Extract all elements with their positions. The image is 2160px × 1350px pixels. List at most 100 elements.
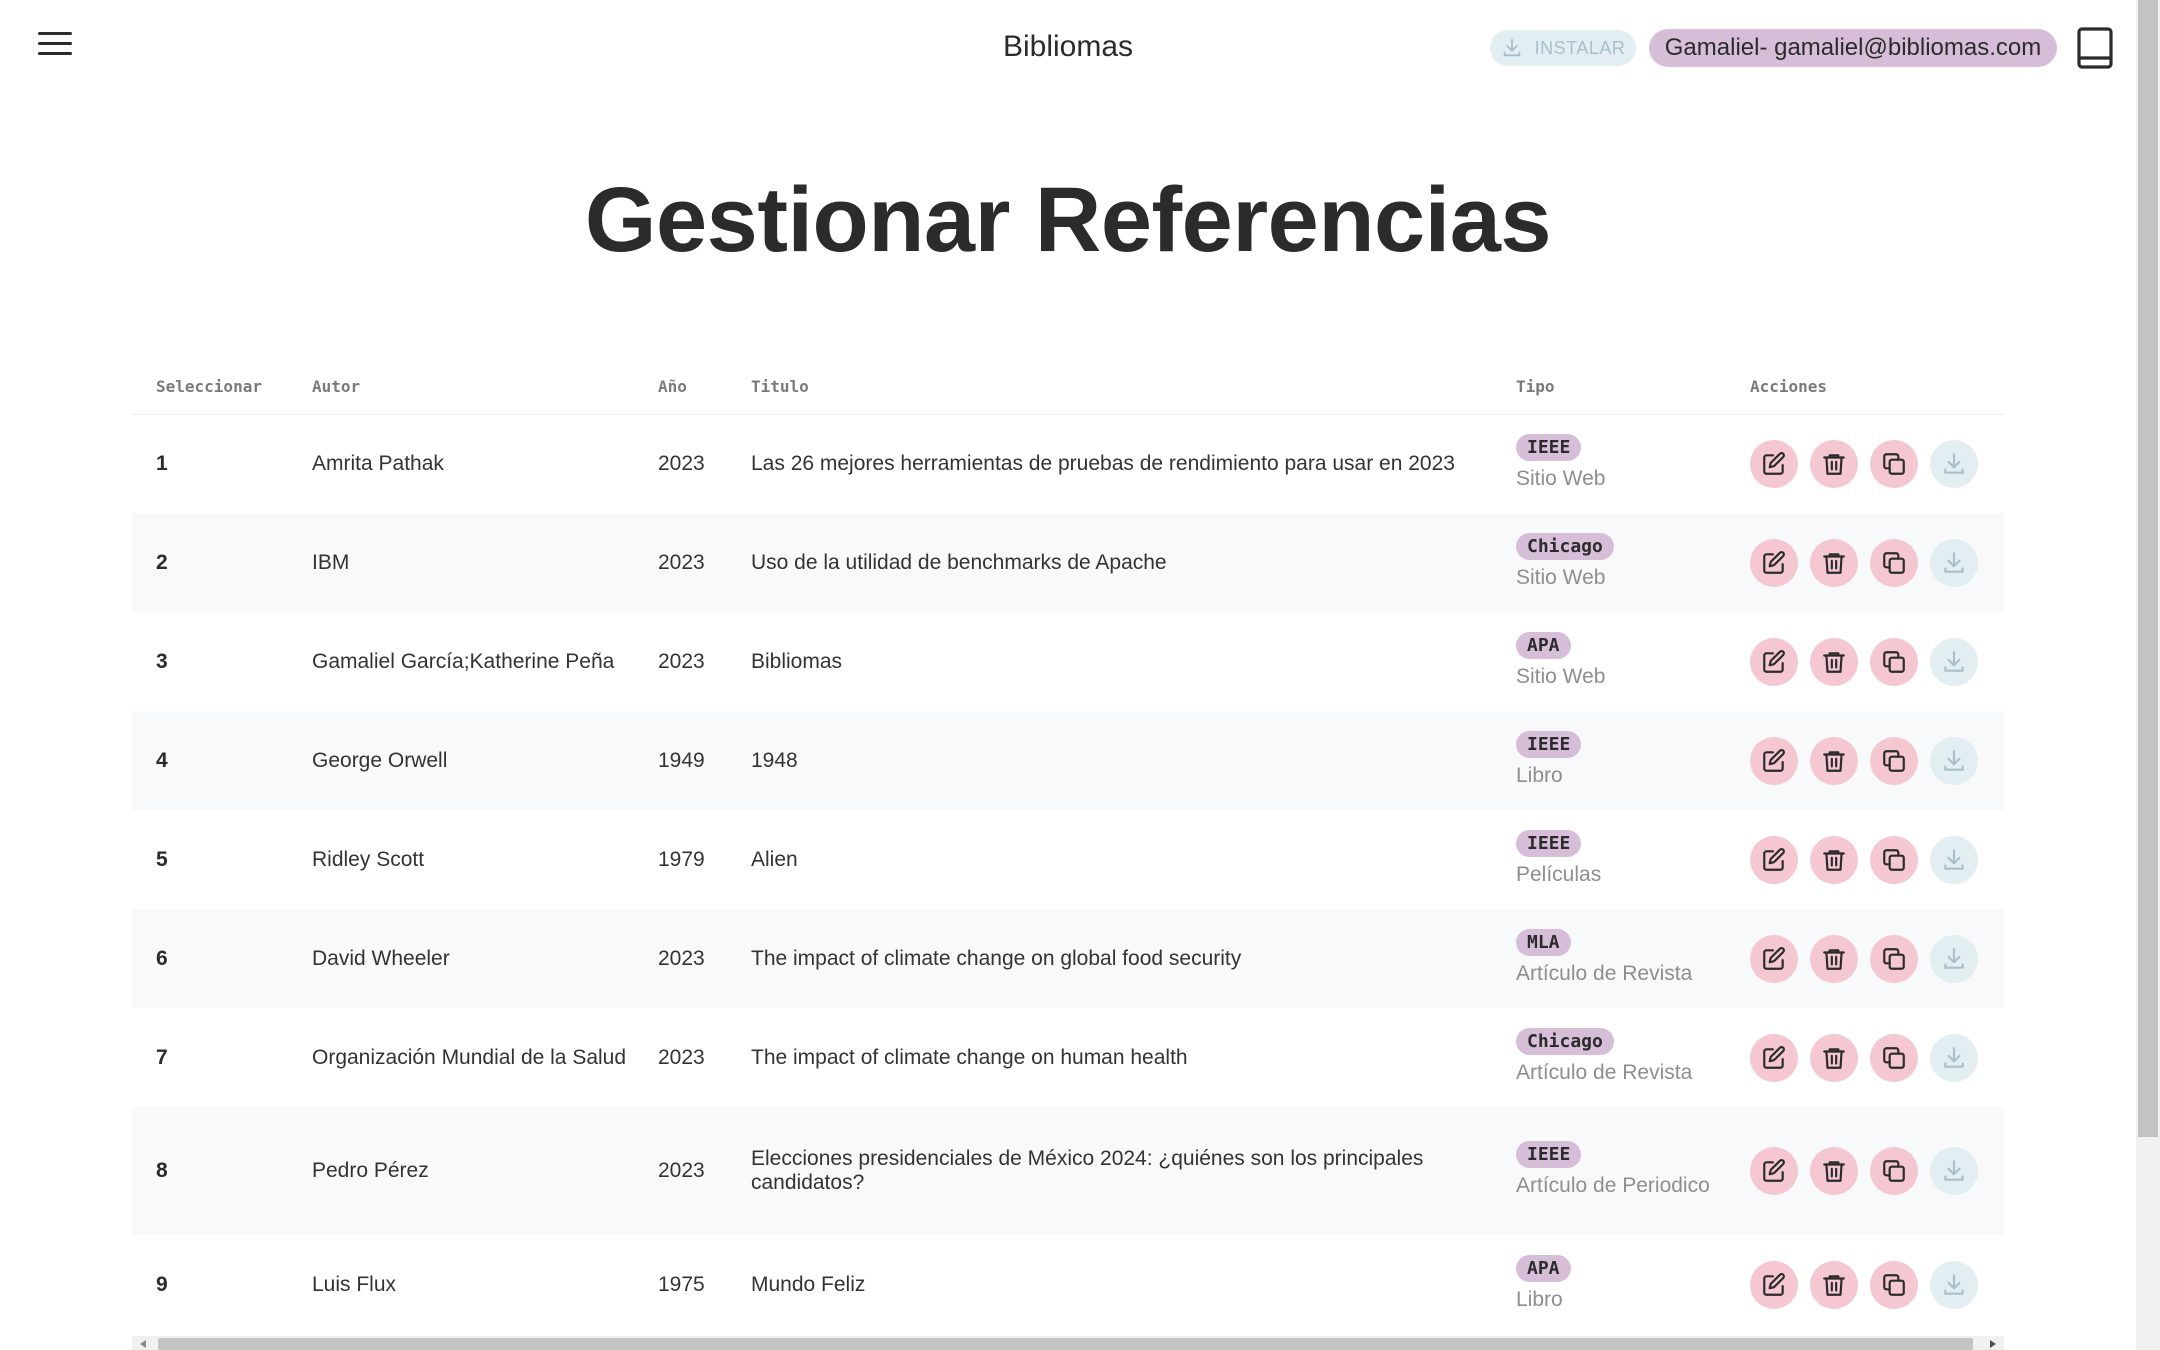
year-cell: 2023: [658, 1045, 705, 1069]
delete-button[interactable]: [1810, 1260, 1858, 1309]
row-number[interactable]: 7: [132, 1008, 288, 1107]
edit-pencil-icon: [1763, 946, 1785, 970]
download-button[interactable]: [1930, 439, 1978, 488]
duplicate-button[interactable]: [1870, 934, 1918, 983]
title-cell: Bibliomas: [751, 649, 843, 673]
actions-cell: [1726, 1107, 2004, 1235]
row-number[interactable]: 2: [132, 513, 288, 612]
install-button[interactable]: INSTALAR: [1490, 30, 1636, 66]
delete-button[interactable]: [1810, 538, 1858, 587]
duplicate-button[interactable]: [1870, 1260, 1918, 1309]
edit-button[interactable]: [1750, 1033, 1798, 1082]
type-cell: IEEE Libro: [1492, 711, 1726, 810]
row-number[interactable]: 1: [132, 414, 288, 513]
year-cell: 1975: [658, 1272, 705, 1296]
table-row[interactable]: 9 Luis Flux 1975 Mundo Feliz APA Libro: [132, 1235, 2004, 1334]
vertical-scrollbar-thumb[interactable]: [2138, 0, 2158, 1137]
row-number[interactable]: 4: [132, 711, 288, 810]
citation-style-badge: IEEE: [1516, 1141, 1582, 1168]
reference-kind: Sitio Web: [1516, 664, 1606, 688]
download-button[interactable]: [1930, 1147, 1978, 1195]
citation-style-badge: MLA: [1516, 928, 1571, 956]
duplicate-button[interactable]: [1870, 538, 1918, 587]
download-button[interactable]: [1930, 934, 1978, 983]
edit-button[interactable]: [1750, 934, 1798, 983]
table-row[interactable]: 2 IBM 2023 Uso de la utilidad de benchma…: [132, 513, 2004, 612]
edit-button[interactable]: [1750, 835, 1798, 884]
download-button[interactable]: [1930, 538, 1978, 587]
type-cell: APA Sitio Web: [1492, 612, 1726, 711]
type-cell: MLA Artículo de Revista: [1492, 909, 1726, 1008]
year-cell: 2023: [658, 451, 705, 475]
delete-button[interactable]: [1810, 736, 1858, 785]
row-number[interactable]: 6: [132, 909, 288, 1008]
delete-button[interactable]: [1810, 1033, 1858, 1082]
row-number[interactable]: 3: [132, 612, 288, 711]
scroll-left-arrow-icon[interactable]: [140, 1340, 146, 1348]
author-cell: Gamaliel García;Katherine Peña: [312, 649, 615, 673]
download-icon: [1944, 1273, 1964, 1295]
row-number[interactable]: 8: [132, 1107, 288, 1235]
duplicate-button[interactable]: [1870, 736, 1918, 785]
column-header-select: Seleccionar: [132, 360, 288, 415]
row-number[interactable]: 5: [132, 810, 288, 909]
actions-cell: [1726, 414, 2004, 513]
delete-button[interactable]: [1810, 835, 1858, 884]
hamburger-menu-icon[interactable]: [38, 32, 72, 62]
type-cell: Chicago Sitio Web: [1492, 513, 1726, 612]
row-number[interactable]: 9: [132, 1235, 288, 1334]
author-cell: Luis Flux: [312, 1272, 397, 1296]
duplicate-button[interactable]: [1870, 835, 1918, 884]
copy-icon: [1883, 1273, 1905, 1296]
duplicate-button[interactable]: [1870, 637, 1918, 686]
table-row[interactable]: 1 Amrita Pathak 2023 Las 26 mejores herr…: [132, 414, 2004, 513]
table-row[interactable]: 3 Gamaliel García;Katherine Peña 2023 Bi…: [132, 612, 2004, 711]
actions-cell: [1726, 612, 2004, 711]
references-table: Seleccionar Autor Año Titulo Tipo Accion…: [132, 360, 2004, 1334]
horizontal-scrollbar-thumb[interactable]: [158, 1338, 1973, 1350]
scroll-right-arrow-icon[interactable]: [1990, 1340, 1996, 1348]
edit-button[interactable]: [1750, 1260, 1798, 1309]
download-icon: [1944, 749, 1964, 771]
table-row[interactable]: 6 David Wheeler 2023 The impact of clima…: [132, 909, 2004, 1008]
delete-button[interactable]: [1810, 934, 1858, 983]
download-button[interactable]: [1930, 637, 1978, 686]
download-button[interactable]: [1930, 1260, 1978, 1309]
edit-button[interactable]: [1750, 1147, 1798, 1195]
duplicate-button[interactable]: [1870, 439, 1918, 488]
trash-icon: [1823, 1161, 1845, 1182]
trash-icon: [1823, 1274, 1845, 1296]
table-row[interactable]: 5 Ridley Scott 1979 Alien IEEE Películas: [132, 810, 2004, 909]
edit-button[interactable]: [1750, 637, 1798, 686]
trash-icon: [1823, 651, 1845, 673]
delete-button[interactable]: [1810, 1147, 1858, 1195]
duplicate-button[interactable]: [1870, 1033, 1918, 1082]
download-button[interactable]: [1930, 1033, 1978, 1082]
download-button[interactable]: [1930, 835, 1978, 884]
title-cell: Uso de la utilidad de benchmarks de Apac…: [751, 550, 1167, 574]
column-header-type: Tipo: [1492, 360, 1726, 415]
citation-style-badge: IEEE: [1516, 433, 1582, 461]
delete-button[interactable]: [1810, 439, 1858, 488]
vertical-scrollbar[interactable]: [2136, 0, 2160, 1350]
delete-button[interactable]: [1810, 637, 1858, 686]
book-icon[interactable]: [2076, 26, 2114, 70]
edit-button[interactable]: [1750, 538, 1798, 587]
table-row[interactable]: 4 George Orwell 1949 1948 IEEE Libro: [132, 711, 2004, 810]
year-cell: 1949: [658, 748, 705, 772]
year-cell: 2023: [658, 1159, 705, 1182]
citation-style-badge: IEEE: [1516, 730, 1582, 758]
citation-style-badge: IEEE: [1516, 829, 1582, 857]
copy-icon: [1883, 1160, 1905, 1182]
download-button[interactable]: [1930, 736, 1978, 785]
horizontal-scrollbar[interactable]: [132, 1336, 2004, 1350]
user-account-chip[interactable]: Gamaliel- gamaliel@bibliomas.com: [1649, 29, 2057, 67]
table-row[interactable]: 8 Pedro Pérez 2023 Elecciones presidenci…: [132, 1107, 2004, 1235]
edit-button[interactable]: [1750, 736, 1798, 785]
duplicate-button[interactable]: [1870, 1147, 1918, 1195]
table-row[interactable]: 7 Organización Mundial de la Salud 2023 …: [132, 1008, 2004, 1107]
title-cell: Mundo Feliz: [751, 1272, 866, 1296]
user-label: Gamaliel- gamaliel@bibliomas.com: [1664, 34, 2042, 61]
type-cell: IEEE Sitio Web: [1492, 414, 1726, 513]
edit-button[interactable]: [1750, 439, 1798, 488]
